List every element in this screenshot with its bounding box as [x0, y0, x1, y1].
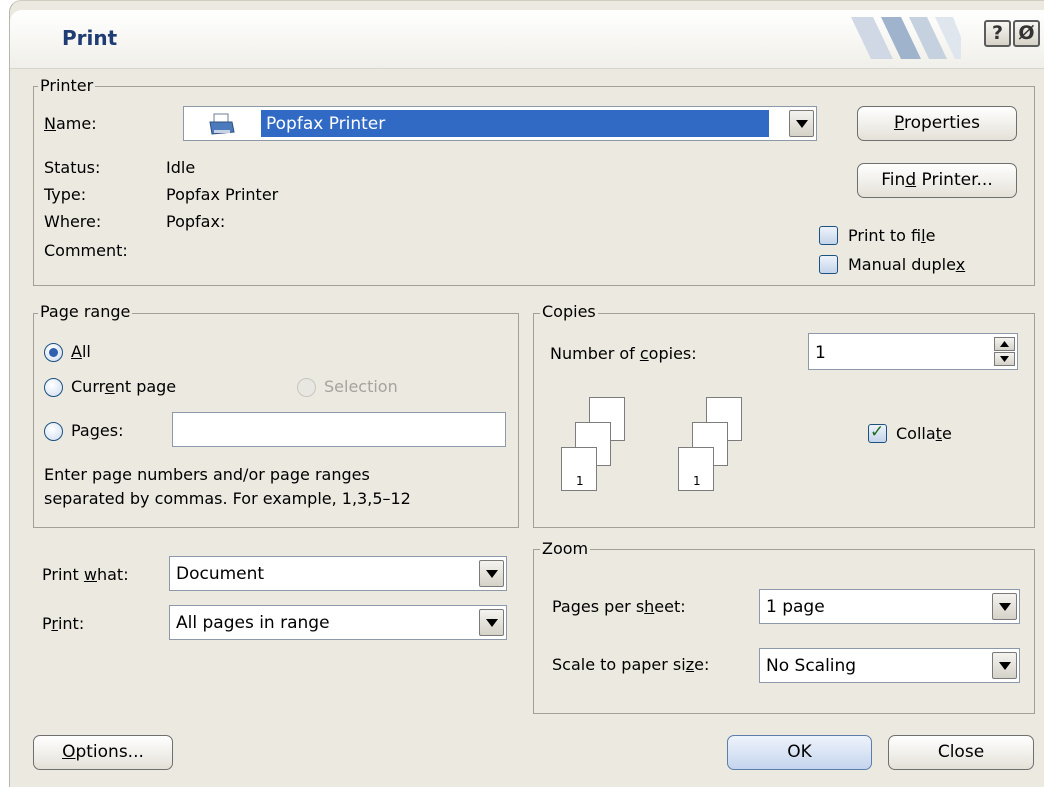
printer-name-dropdown-button[interactable]	[789, 110, 814, 137]
current-page-label: Current page	[71, 377, 177, 396]
pages-input[interactable]	[172, 412, 506, 447]
status-label: Status:	[44, 158, 101, 177]
ok-button[interactable]: OK	[727, 735, 872, 770]
number-of-copies-label: Number of copies:	[550, 344, 697, 363]
print-to-file-label: Print to file	[848, 226, 936, 245]
type-value: Popfax Printer	[166, 185, 279, 204]
scale-value: No Scaling	[766, 656, 857, 676]
help-button[interactable]: ?	[984, 20, 1011, 47]
pages-per-sheet-select[interactable]: 1 page	[759, 589, 1020, 624]
find-printer-button[interactable]: Find Printer...	[857, 163, 1017, 198]
arrow-down-icon	[1000, 356, 1009, 362]
scale-label: Scale to paper size:	[552, 655, 710, 674]
copies-up-button[interactable]	[994, 337, 1015, 351]
print-what-value: Document	[176, 564, 265, 584]
all-label: All	[71, 342, 91, 361]
print-select[interactable]: All pages in range	[169, 605, 507, 640]
current-page-radio[interactable]	[44, 378, 63, 397]
selection-label: Selection	[324, 377, 398, 396]
pages-per-sheet-dropdown-button[interactable]	[992, 593, 1017, 620]
printer-name-select[interactable]: Popfax Printer	[183, 106, 817, 141]
options-button[interactable]: Options...	[33, 735, 173, 770]
collate-page-1b: 1	[678, 447, 714, 491]
print-what-dropdown-button[interactable]	[479, 560, 504, 587]
where-label: Where:	[44, 212, 102, 231]
type-label: Type:	[44, 185, 87, 204]
manual-duplex-checkbox[interactable]	[819, 255, 838, 274]
print-what-select[interactable]: Document	[169, 556, 507, 591]
page-range-hint-line1: Enter page numbers and/or page ranges	[44, 465, 370, 484]
copies-value: 1	[815, 343, 826, 363]
arrow-up-icon	[1000, 341, 1009, 347]
copies-legend: Copies	[540, 302, 598, 321]
pages-per-sheet-value: 1 page	[766, 597, 825, 617]
copies-spinner[interactable]: 1	[808, 333, 1018, 370]
dialog-title: Print	[62, 26, 118, 50]
print-label: Print:	[42, 614, 85, 633]
collate-label: Collate	[896, 424, 952, 443]
collate-page-1a: 1	[561, 447, 597, 491]
name-label: Name:	[44, 114, 97, 133]
collate-checkbox[interactable]: ✓	[868, 422, 887, 443]
print-to-file-checkbox[interactable]	[819, 226, 838, 245]
selection-radio[interactable]	[297, 378, 316, 397]
copies-down-button[interactable]	[994, 352, 1015, 366]
checkmark-icon: ✓	[870, 422, 885, 442]
status-value: Idle	[166, 158, 196, 177]
properties-button[interactable]: Properties	[857, 106, 1017, 141]
pages-radio[interactable]	[44, 422, 63, 441]
printer-icon	[209, 113, 235, 135]
print-dropdown-button[interactable]	[479, 609, 504, 636]
manual-duplex-label: Manual duplex	[848, 255, 966, 274]
close-icon[interactable]: Ø	[1013, 20, 1040, 47]
where-value: Popfax:	[166, 212, 226, 231]
close-button[interactable]: Close	[888, 735, 1034, 770]
pages-label: Pages:	[71, 421, 124, 440]
page-number-1a: 1	[576, 474, 584, 488]
printer-name-value: Popfax Printer	[266, 114, 386, 134]
all-radio[interactable]	[44, 343, 63, 362]
comment-label: Comment:	[44, 241, 128, 260]
print-value: All pages in range	[176, 613, 330, 633]
pages-per-sheet-label: Pages per sheet:	[552, 597, 686, 616]
scale-select[interactable]: No Scaling	[759, 648, 1020, 683]
print-what-label: Print what:	[42, 565, 129, 584]
zoom-group	[533, 549, 1035, 714]
printer-legend: Printer	[38, 76, 96, 95]
page-range-legend: Page range	[38, 302, 133, 321]
page-number-1b: 1	[693, 474, 701, 488]
scale-dropdown-button[interactable]	[992, 652, 1017, 679]
title-decoration-icon	[851, 17, 961, 59]
zoom-legend: Zoom	[540, 539, 591, 558]
page-range-hint-line2: separated by commas. For example, 1,3,5–…	[44, 489, 411, 508]
